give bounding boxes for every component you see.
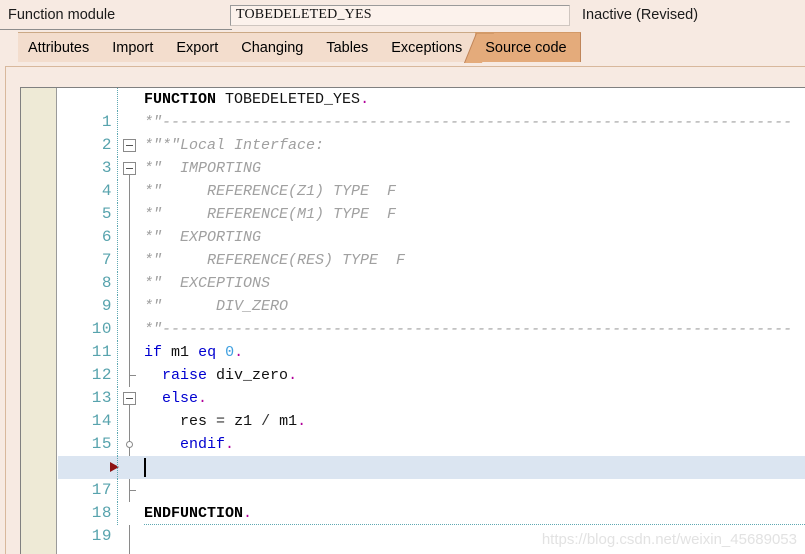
line-content: else. [162,390,208,407]
editor-margin-strip [21,88,57,554]
tab-label: Source code [485,40,567,56]
code-line[interactable]: 14 else. [58,387,805,456]
source-code-editor[interactable]: 1 FUNCTION TOBEDELETED_YES. 2 *"--------… [20,87,805,554]
tab-label: Attributes [28,40,90,56]
tab-attributes[interactable]: Attributes [18,32,104,62]
tab-label: Export [176,40,219,56]
code-line[interactable]: 18 [58,479,805,548]
line-content: *" REFERENCE(M1) TYPE F [144,206,397,223]
code-area[interactable]: 1 FUNCTION TOBEDELETED_YES. 2 *"--------… [58,88,805,554]
line-content: *"*"Local Interface: [144,137,325,154]
code-line[interactable]: 2 *"------------------------------------… [58,111,805,180]
code-line[interactable]: 10 *" DIV_ZERO [58,295,805,364]
code-line[interactable]: 5 *" REFERENCE(Z1) TYPE F [58,180,805,249]
line-content: if m1 eq 0. [144,344,244,361]
tab-export[interactable]: Export [166,32,233,62]
line-number: 19 [91,527,112,545]
line-content: *" IMPORTING [144,160,262,177]
code-line[interactable]: 13 raise div_zero. [58,364,805,433]
line-content: *" REFERENCE(RES) TYPE F [144,252,406,269]
line-content: res = z1 / m1. [180,413,307,430]
line-content: ENDFUNCTION. [144,505,253,522]
code-line[interactable]: 6 *" REFERENCE(M1) TYPE F [58,203,805,272]
tab-strip: Attributes Import Export Changing Tables… [0,30,805,62]
panel-inner-frame: 1 FUNCTION TOBEDELETED_YES. 2 *"--------… [5,66,805,554]
fold-end-marker [120,548,146,554]
tab-changing[interactable]: Changing [231,32,318,62]
code-line[interactable]: 9 *" EXCEPTIONS [58,272,805,341]
code-line[interactable]: 11 *"-----------------------------------… [58,318,805,387]
header-bar: Function module Inactive (Revised) [0,0,805,30]
page-title: Function module [8,7,116,23]
line-content: raise div_zero. [162,367,298,384]
code-line[interactable]: 19 ENDFUNCTION. [58,502,805,554]
line-content: FUNCTION TOBEDELETED_YES. [144,91,370,108]
line-content [144,456,805,479]
tab-label: Exceptions [391,40,463,56]
tab-import[interactable]: Import [102,32,168,62]
current-position-marker-icon [110,462,119,472]
code-line-current[interactable]: 17 [58,456,805,548]
status-badge: Inactive (Revised) [582,7,699,23]
line-content: endif. [180,436,235,453]
code-line[interactable]: 16 endif. [58,433,805,502]
tab-label: Tables [326,40,369,56]
tab-tables[interactable]: Tables [316,32,383,62]
code-line[interactable]: 15 res = z1 / m1. [58,410,805,479]
line-content [144,479,805,502]
line-content: *"--------------------------------------… [144,114,793,131]
tab-source-code[interactable]: Source code [475,32,581,62]
line-content: *" REFERENCE(Z1) TYPE F [144,183,397,200]
code-line[interactable]: 4 *" IMPORTING [58,157,805,226]
code-line[interactable]: 8 *" REFERENCE(RES) TYPE F [58,249,805,318]
line-underline [144,524,805,525]
code-line[interactable]: 3 *"*"Local Interface: [58,134,805,203]
tab-exceptions[interactable]: Exceptions [381,32,477,62]
line-content: *" DIV_ZERO [144,298,289,315]
code-line[interactable]: 12 if m1 eq 0. [58,341,805,410]
code-line[interactable]: 1 FUNCTION TOBEDELETED_YES. [58,88,805,152]
code-line[interactable]: 7 *" EXPORTING [58,226,805,295]
tab-label: Import [112,40,154,56]
function-module-name-input[interactable] [230,4,570,26]
tab-label: Changing [241,40,304,56]
content-panel: 1 FUNCTION TOBEDELETED_YES. 2 *"--------… [0,62,805,554]
line-content: *" EXPORTING [144,229,262,246]
line-content: *" EXCEPTIONS [144,275,271,292]
line-content: *"--------------------------------------… [144,321,793,338]
